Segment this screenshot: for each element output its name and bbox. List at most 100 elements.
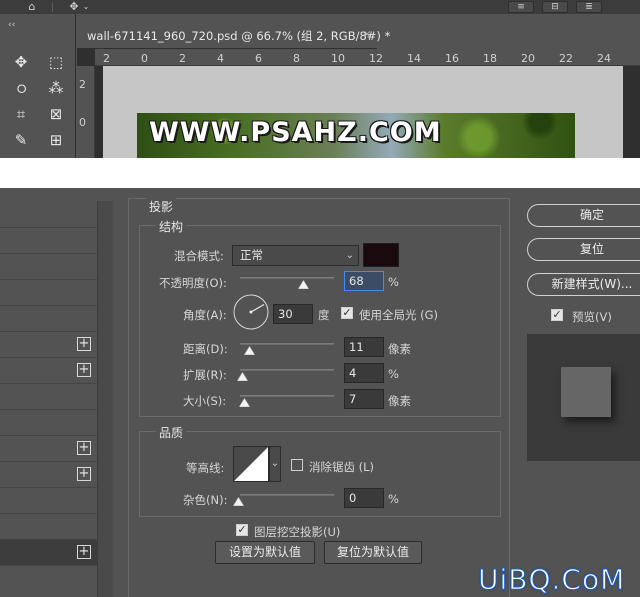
list-item[interactable] <box>0 202 97 228</box>
new-style-button[interactable]: 新建样式(W)... <box>527 273 640 296</box>
eyedropper-icon[interactable]: ✎ <box>8 130 34 150</box>
ruler-tick-label: 24 <box>597 52 611 65</box>
contour-label: 等高线: <box>186 461 225 475</box>
close-icon[interactable]: × <box>363 29 371 40</box>
chevron-down-icon[interactable]: ⌄ <box>80 0 92 14</box>
list-item-selected[interactable]: + <box>0 540 97 566</box>
layer-knockout-checkbox[interactable]: ✓ <box>236 524 248 536</box>
list-item[interactable] <box>0 410 97 436</box>
align-button[interactable]: ≡ <box>508 1 534 13</box>
distance-label: 距离(D): <box>183 342 228 356</box>
vertical-ruler: 20 <box>77 66 95 158</box>
size-slider-track[interactable] <box>240 395 334 397</box>
layer-knockout-label: 图层挖空投影(U) <box>254 525 341 539</box>
watermark: UiBQ.CoM <box>477 563 626 597</box>
opacity-label: 不透明度(O): <box>159 276 227 290</box>
ruler-tick-label: 8 <box>293 52 300 65</box>
list-item[interactable] <box>0 280 97 306</box>
list-item[interactable] <box>0 306 97 332</box>
section-title: 投影 <box>146 198 177 215</box>
ruler-tick-label: 16 <box>445 52 459 65</box>
list-item[interactable] <box>0 514 97 540</box>
size-label: 大小(S): <box>183 394 227 408</box>
list-item[interactable] <box>0 228 97 254</box>
set-default-button[interactable]: 设置为默认值 <box>215 541 315 564</box>
preview-checkbox[interactable]: ✓ <box>551 309 563 321</box>
noise-slider-thumb[interactable] <box>233 497 244 506</box>
spread-slider-track[interactable] <box>240 369 334 371</box>
reset-default-button[interactable]: 复位为默认值 <box>324 541 422 564</box>
horizontal-ruler: 2 0 2 4 6 8 10 12 14 16 18 20 22 24 <box>95 49 640 66</box>
distance-slider-thumb[interactable] <box>244 346 255 355</box>
ruler-tick-label: 10 <box>331 52 345 65</box>
spread-label: 扩展(R): <box>183 368 227 382</box>
lasso-tool-icon[interactable]: ഠ <box>8 78 34 98</box>
layer-style-dialog: + + + + + 投影 结构 混合模式: 正常 ⌄ 不透明度(O): 68 %… <box>0 188 640 597</box>
ruler-tick-label: 2 <box>103 52 110 65</box>
list-item[interactable] <box>0 254 97 280</box>
chevron-down-icon[interactable]: ⌄ <box>269 446 281 482</box>
frame-tool-icon[interactable]: ⊠ <box>43 104 69 124</box>
list-item[interactable]: + <box>0 358 97 384</box>
add-style-icon[interactable]: + <box>77 337 91 351</box>
spread-field[interactable]: 4 <box>344 363 384 383</box>
noise-label: 杂色(N): <box>183 493 228 507</box>
photoshop-workspace: ⌂ ✥ ⌄ ≡ ⊟ ≣ ‹‹ ✥ ⬚ ഠ ⁂ ⌗ ⊠ ✎ ⊞ wall-6711… <box>0 0 640 158</box>
opacity-field[interactable]: 68 <box>344 271 384 291</box>
separator <box>52 2 53 12</box>
shadow-color-swatch[interactable] <box>363 243 399 267</box>
add-style-icon[interactable]: + <box>77 467 91 481</box>
chevron-down-icon: ⌄ <box>345 250 354 261</box>
ruler-tick-label: 2 <box>179 52 186 65</box>
preview-label: 预览(V) <box>572 310 612 324</box>
marquee-tool-icon[interactable]: ⬚ <box>43 52 69 72</box>
distance-unit: 像素 <box>388 342 411 356</box>
document-tab[interactable]: wall-671141_960_720.psd @ 66.7% (组 2, RG… <box>77 22 390 49</box>
contour-picker[interactable] <box>233 446 269 482</box>
opacity-slider-thumb[interactable] <box>298 280 310 289</box>
antialias-checkbox[interactable] <box>291 459 303 471</box>
global-light-checkbox[interactable]: ✓ <box>341 307 353 319</box>
angle-unit: 度 <box>318 308 330 322</box>
scrollbar[interactable] <box>97 201 113 597</box>
list-item[interactable] <box>0 488 97 514</box>
distance-field[interactable]: 11 <box>344 337 384 357</box>
home-icon[interactable]: ⌂ <box>18 0 46 14</box>
add-style-icon[interactable]: + <box>77 441 91 455</box>
ruler-tick-label: 4 <box>217 52 224 65</box>
patch-tool-icon[interactable]: ⊞ <box>43 130 69 150</box>
artwork-text: WWW.PSAHZ.COM <box>149 117 442 148</box>
contour-linear-icon <box>234 447 268 481</box>
collapse-panel-icon[interactable]: ‹‹ <box>8 20 15 30</box>
ruler-tick-label: 6 <box>255 52 262 65</box>
ok-button[interactable]: 确定 <box>527 204 640 227</box>
size-field[interactable]: 7 <box>344 389 384 409</box>
crop-tool-icon[interactable]: ⌗ <box>8 104 34 124</box>
list-item[interactable]: + <box>0 332 97 358</box>
ruler-tick-label: 14 <box>407 52 421 65</box>
noise-field[interactable]: 0 <box>344 488 384 508</box>
magic-wand-icon[interactable]: ⁂ <box>43 78 69 98</box>
list-item[interactable] <box>0 384 97 410</box>
angle-dial[interactable] <box>233 294 269 330</box>
list-item[interactable]: + <box>0 462 97 488</box>
canvas-area[interactable]: 2 0 2 4 6 8 10 12 14 16 18 20 22 24 20 WWW.PSAHZ.COM <box>77 49 640 158</box>
angle-dial-icon <box>233 294 269 330</box>
align-center-button[interactable]: ⊟ <box>542 1 568 13</box>
size-slider-thumb[interactable] <box>239 398 250 407</box>
blend-mode-label: 混合模式: <box>174 249 224 263</box>
distance-slider-track[interactable] <box>240 343 334 345</box>
move-tool-icon[interactable]: ✥ <box>8 52 34 72</box>
distribute-button[interactable]: ≣ <box>576 1 602 13</box>
noise-slider-track[interactable] <box>240 494 334 496</box>
reset-button[interactable]: 复位 <box>527 238 640 261</box>
tools-panel: ‹‹ ✥ ⬚ ഠ ⁂ ⌗ ⊠ ✎ ⊞ <box>0 14 76 158</box>
blend-mode-select[interactable]: 正常 ⌄ <box>232 245 359 266</box>
quality-title: 品质 <box>156 424 187 441</box>
spread-slider-thumb[interactable] <box>237 372 248 381</box>
angle-field[interactable]: 30 <box>273 304 313 324</box>
list-item[interactable]: + <box>0 436 97 462</box>
add-style-icon[interactable]: + <box>77 363 91 377</box>
opacity-slider-track[interactable] <box>240 277 334 279</box>
add-style-icon[interactable]: + <box>77 545 91 559</box>
